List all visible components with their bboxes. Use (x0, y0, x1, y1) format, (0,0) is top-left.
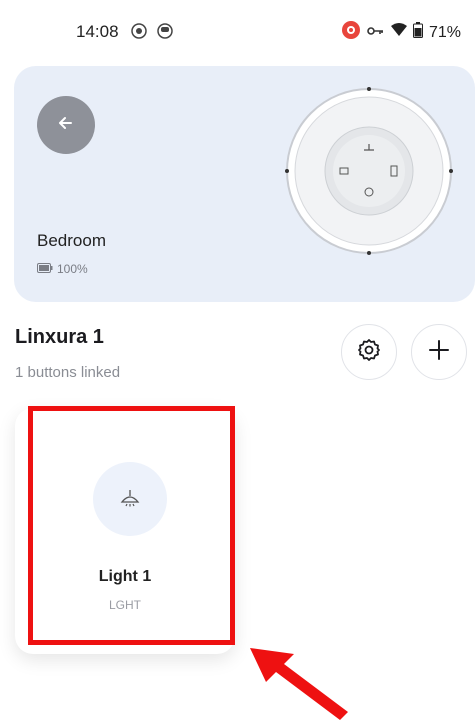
room-name: Bedroom (37, 231, 106, 250)
notification-icon (156, 22, 174, 45)
button-name: Light 1 (98, 568, 152, 585)
key-icon (367, 24, 385, 42)
device-battery: 100% (37, 262, 88, 276)
button-tile[interactable]: Light 1 LGHT (15, 408, 235, 654)
status-right: 71% (341, 20, 461, 45)
arrow-left-icon (57, 114, 75, 137)
add-button-button[interactable] (411, 324, 467, 380)
battery-level-text: 100% (57, 262, 88, 276)
status-time: 14:08 (76, 22, 119, 41)
ceiling-light-icon (93, 462, 167, 536)
status-bar: 14:08 71% (0, 0, 475, 60)
battery-level-icon (37, 262, 53, 276)
wifi-icon (390, 23, 407, 42)
device-card: Bedroom 100% (14, 66, 475, 302)
button-code: LGHT (108, 598, 141, 612)
device-image (284, 86, 454, 261)
camera-in-use-icon (341, 20, 361, 45)
buttons-linked-count: 1 buttons linked (15, 364, 121, 381)
record-icon (130, 22, 148, 45)
device-title: Linxura 1 (15, 326, 104, 348)
settings-button[interactable] (341, 324, 397, 380)
gear-icon (357, 338, 381, 367)
battery-icon (412, 22, 423, 43)
battery-percent: 71% (428, 23, 461, 41)
back-button[interactable] (37, 96, 95, 154)
plus-icon (428, 339, 450, 366)
pointer-arrow (250, 648, 360, 725)
